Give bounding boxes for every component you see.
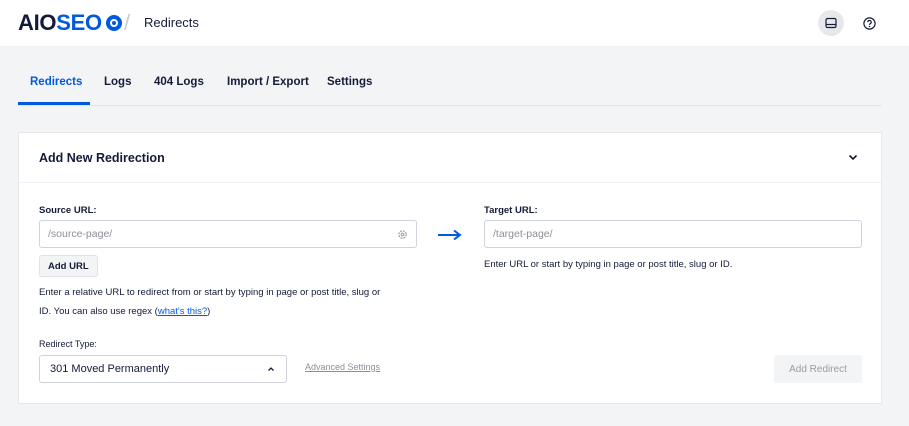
tab-settings[interactable]: Settings xyxy=(327,76,372,88)
tab-bar: Redirects Logs 404 Logs Import / Export … xyxy=(18,68,882,106)
card-header[interactable]: Add New Redirection xyxy=(19,133,881,183)
chevron-down-icon[interactable] xyxy=(847,151,859,163)
redirect-type-value: 301 Moved Permanently xyxy=(50,363,170,375)
target-url-label: Target URL: xyxy=(484,205,538,216)
top-bar: AIO SEO / Redirects xyxy=(0,0,909,46)
target-url-placeholder: /target-page/ xyxy=(493,228,553,240)
redirect-type-label: Redirect Type: xyxy=(39,339,97,349)
tab-logs[interactable]: Logs xyxy=(104,76,131,88)
tab-404-logs[interactable]: 404 Logs xyxy=(154,76,204,88)
source-url-label: Source URL: xyxy=(39,205,97,216)
breadcrumb-separator: / xyxy=(124,10,131,35)
inbox-icon[interactable] xyxy=(818,10,844,36)
add-url-button[interactable]: Add URL xyxy=(39,255,98,277)
redirect-type-select[interactable]: 301 Moved Permanently xyxy=(39,355,287,383)
whats-this-link[interactable]: what's this? xyxy=(158,306,207,317)
tab-redirects[interactable]: Redirects xyxy=(30,76,82,88)
help-icon[interactable] xyxy=(856,10,882,36)
target-url-help: Enter URL or start by typing in page or … xyxy=(484,259,733,270)
arrow-right-icon xyxy=(438,229,462,241)
source-url-placeholder: /source-page/ xyxy=(48,228,113,240)
source-help-suffix: ) xyxy=(207,306,211,317)
add-redirect-button[interactable]: Add Redirect xyxy=(774,355,862,383)
logo-text-seo: SEO xyxy=(56,10,102,35)
source-help-line-2: ID. You can also use regex (what's this?… xyxy=(39,302,439,321)
aioseo-logo[interactable]: AIO SEO xyxy=(18,10,124,36)
logo-gear-icon xyxy=(105,15,122,31)
breadcrumb: Redirects xyxy=(144,15,199,30)
tab-import-export[interactable]: Import / Export xyxy=(227,76,309,88)
chevron-up-icon xyxy=(268,367,274,371)
target-url-input[interactable]: /target-page/ xyxy=(484,220,862,248)
advanced-settings-link[interactable]: Advanced Settings xyxy=(305,362,380,372)
settings-gear-icon[interactable] xyxy=(397,229,408,240)
card-title: Add New Redirection xyxy=(39,151,165,165)
add-redirection-card: Add New Redirection Source URL: /source-… xyxy=(18,132,882,404)
source-url-help: Enter a relative URL to redirect from or… xyxy=(39,283,439,321)
active-tab-indicator xyxy=(18,102,90,105)
source-help-prefix: ID. You can also use regex ( xyxy=(39,306,158,317)
logo-text-aio: AIO xyxy=(18,10,57,35)
source-help-line-1: Enter a relative URL to redirect from or… xyxy=(39,287,381,298)
source-url-input[interactable]: /source-page/ xyxy=(39,220,417,248)
